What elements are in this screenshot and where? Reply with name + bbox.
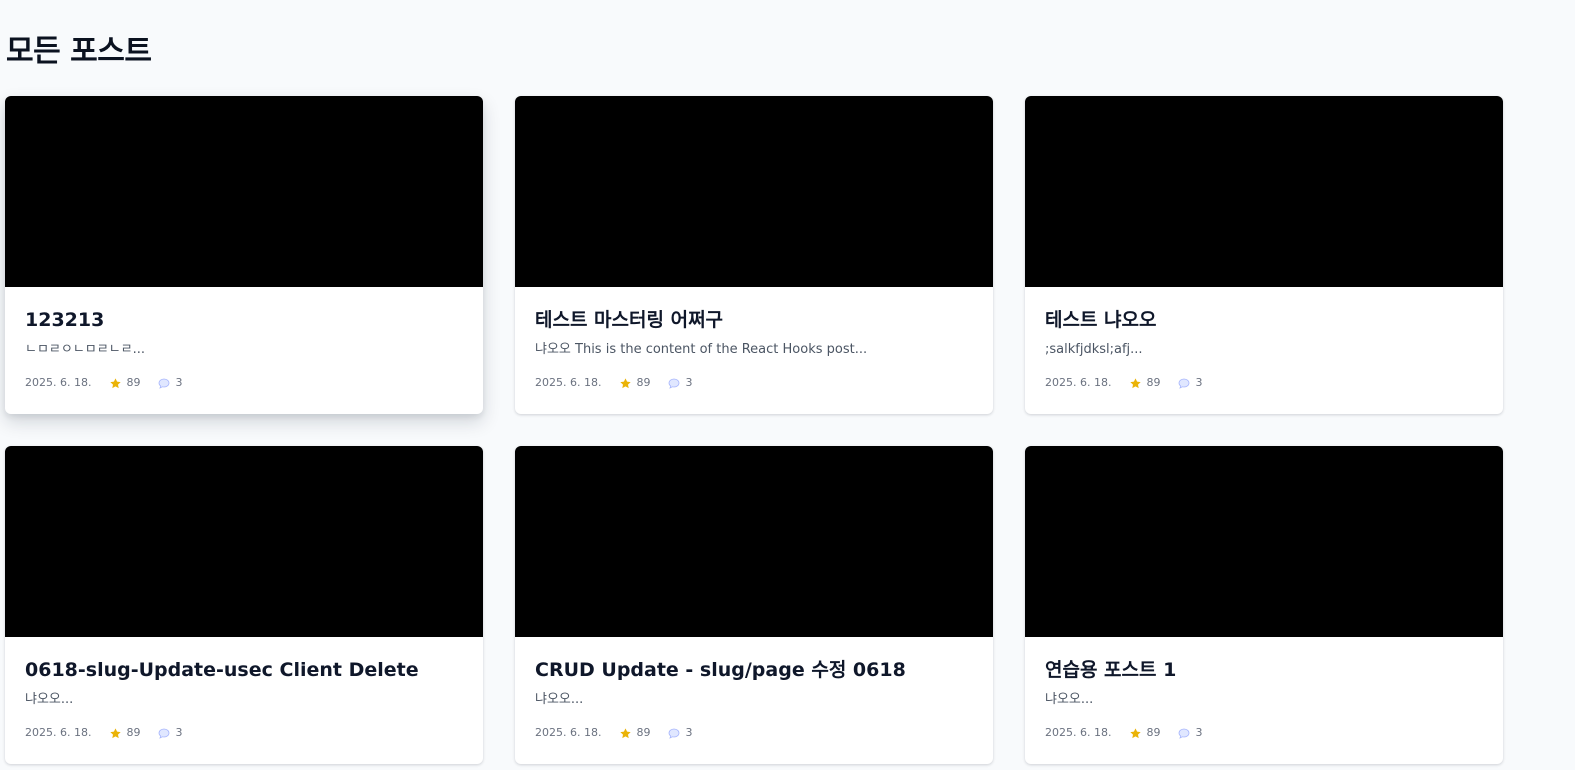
post-comment-count: 3 — [1195, 726, 1203, 739]
star-icon — [1130, 377, 1142, 388]
star-icon — [110, 727, 122, 738]
post-star-count: 89 — [636, 376, 651, 389]
comment-icon — [669, 728, 680, 739]
post-rating: 89 — [1129, 725, 1160, 741]
post-thumbnail[interactable] — [5, 96, 483, 287]
post-star-count: 89 — [636, 726, 651, 739]
post-star-count: 89 — [126, 726, 141, 739]
post-comment-count: 3 — [175, 726, 183, 739]
post-card[interactable]: 연습용 포스트 1 냐오오... 2025. 6. 18. 89 3 — [1025, 446, 1503, 764]
comment-icon — [1179, 378, 1190, 389]
post-meta: 2025. 6. 18. 89 3 — [535, 375, 973, 391]
post-date: 2025. 6. 18. — [535, 376, 602, 389]
post-star-count: 89 — [1146, 376, 1161, 389]
post-comment-count: 3 — [685, 376, 693, 389]
post-card-body: 0618-slug-Update-usec Client Delete 냐오오.… — [5, 637, 483, 741]
post-excerpt: 냐오오... — [1045, 692, 1094, 707]
post-thumbnail[interactable] — [1025, 96, 1503, 287]
post-title[interactable]: 0618-slug-Update-usec Client Delete — [25, 657, 463, 683]
post-excerpt: ㄴㅁㄹㅇㄴㅁㄹㄴㄹ... — [25, 342, 146, 357]
post-rating: 89 — [109, 375, 140, 391]
post-card-body: 123213 ㄴㅁㄹㅇㄴㅁㄹㄴㄹ... 2025. 6. 18. 89 3 — [5, 287, 483, 391]
post-excerpt: ;salkfjdksl;afj... — [1045, 342, 1143, 357]
posts-page: 모든 포스트 123213 ㄴㅁㄹㅇㄴㅁㄹㄴㄹ... 2025. 6. 18. … — [0, 0, 1575, 770]
post-meta: 2025. 6. 18. 89 3 — [25, 375, 463, 391]
post-comment-count: 3 — [1195, 376, 1203, 389]
post-date: 2025. 6. 18. — [25, 726, 92, 739]
post-card[interactable]: 테스트 마스터링 어쩌구 냐오오 This is the content of … — [515, 96, 993, 414]
post-rating: 89 — [1129, 375, 1160, 391]
post-title[interactable]: 123213 — [25, 307, 463, 333]
post-title[interactable]: 테스트 냐오오 — [1045, 307, 1483, 333]
post-comments: 3 — [1178, 725, 1202, 741]
post-title[interactable]: CRUD Update - slug/page 수정 0618 — [535, 657, 973, 683]
post-excerpt: 냐오오 This is the content of the React Hoo… — [535, 342, 868, 357]
post-thumbnail[interactable] — [515, 96, 993, 287]
post-card-body: 테스트 마스터링 어쩌구 냐오오 This is the content of … — [515, 287, 993, 391]
post-card[interactable]: 123213 ㄴㅁㄹㅇㄴㅁㄹㄴㄹ... 2025. 6. 18. 89 3 — [5, 96, 483, 414]
post-comments: 3 — [158, 375, 182, 391]
comment-icon — [159, 378, 170, 389]
post-date: 2025. 6. 18. — [25, 376, 92, 389]
post-excerpt: 냐오오... — [535, 692, 584, 707]
post-comments: 3 — [668, 375, 692, 391]
post-card-body: 테스트 냐오오 ;salkfjdksl;afj... 2025. 6. 18. … — [1025, 287, 1503, 391]
post-meta: 2025. 6. 18. 89 3 — [1045, 725, 1483, 741]
post-excerpt: 냐오오... — [25, 692, 74, 707]
post-star-count: 89 — [1146, 726, 1161, 739]
post-date: 2025. 6. 18. — [535, 726, 602, 739]
post-comment-count: 3 — [685, 726, 693, 739]
post-card[interactable]: CRUD Update - slug/page 수정 0618 냐오오... 2… — [515, 446, 993, 764]
post-card[interactable]: 테스트 냐오오 ;salkfjdksl;afj... 2025. 6. 18. … — [1025, 96, 1503, 414]
post-comment-count: 3 — [175, 376, 183, 389]
post-rating: 89 — [619, 375, 650, 391]
post-meta: 2025. 6. 18. 89 3 — [535, 725, 973, 741]
post-rating: 89 — [109, 725, 140, 741]
post-meta: 2025. 6. 18. 89 3 — [25, 725, 463, 741]
star-icon — [620, 377, 632, 388]
comment-icon — [159, 728, 170, 739]
post-title[interactable]: 테스트 마스터링 어쩌구 — [535, 307, 973, 333]
post-card[interactable]: 0618-slug-Update-usec Client Delete 냐오오.… — [5, 446, 483, 764]
post-card-body: CRUD Update - slug/page 수정 0618 냐오오... 2… — [515, 637, 993, 741]
post-date: 2025. 6. 18. — [1045, 376, 1112, 389]
post-thumbnail[interactable] — [515, 446, 993, 637]
star-icon — [620, 727, 632, 738]
post-rating: 89 — [619, 725, 650, 741]
post-meta: 2025. 6. 18. 89 3 — [1045, 375, 1483, 391]
comment-icon — [1179, 728, 1190, 739]
post-title[interactable]: 연습용 포스트 1 — [1045, 657, 1483, 683]
star-icon — [1130, 727, 1142, 738]
post-card-body: 연습용 포스트 1 냐오오... 2025. 6. 18. 89 3 — [1025, 637, 1503, 741]
post-star-count: 89 — [126, 376, 141, 389]
post-thumbnail[interactable] — [5, 446, 483, 637]
post-date: 2025. 6. 18. — [1045, 726, 1112, 739]
post-comments: 3 — [668, 725, 692, 741]
comment-icon — [669, 378, 680, 389]
post-grid: 123213 ㄴㅁㄹㅇㄴㅁㄹㄴㄹ... 2025. 6. 18. 89 3 테스… — [5, 96, 1503, 764]
star-icon — [110, 377, 122, 388]
post-comments: 3 — [158, 725, 182, 741]
page-title: 모든 포스트 — [6, 34, 152, 69]
post-comments: 3 — [1178, 375, 1202, 391]
post-thumbnail[interactable] — [1025, 446, 1503, 637]
